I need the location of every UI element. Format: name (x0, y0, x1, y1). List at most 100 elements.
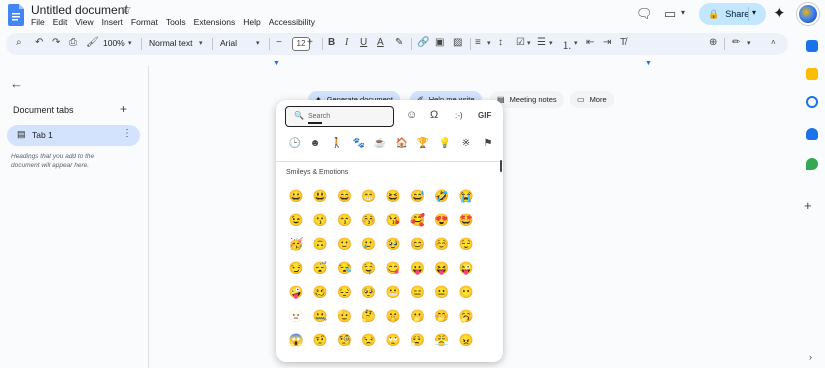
animals-category-icon[interactable]: 🐾 (352, 138, 366, 149)
gif-tab[interactable]: GIF (478, 111, 491, 120)
print-icon[interactable]: ⎙ (69, 37, 77, 48)
emoji-item[interactable]: 😱 (284, 328, 308, 352)
emoji-item[interactable]: ☺️ (430, 232, 454, 256)
menu-tools[interactable]: Tools (166, 17, 186, 27)
people-category-icon[interactable]: 🚶 (330, 138, 344, 149)
redo-icon[interactable]: ↷ (52, 37, 60, 48)
emoji-item[interactable]: 🙄 (381, 328, 405, 352)
underline-icon[interactable]: U (360, 37, 367, 48)
chevron-right-icon[interactable]: › (809, 352, 812, 362)
decrease-font-size-icon[interactable]: − (276, 37, 282, 48)
more-vert-icon[interactable]: ⋮ (122, 128, 132, 139)
share-button[interactable]: 🔒 Share ▾ (699, 3, 766, 25)
undo-icon[interactable]: ↶ (35, 37, 43, 48)
menu-accessibility[interactable]: Accessibility (269, 17, 315, 27)
align-icon[interactable]: ≡ (475, 37, 481, 48)
emoji-mode-icon[interactable]: ☺ (406, 109, 417, 121)
emoji-item[interactable]: 🤫 (381, 304, 405, 328)
keep-icon[interactable] (806, 68, 818, 80)
emoji-item[interactable]: 😠 (454, 328, 478, 352)
menu-help[interactable]: Help (243, 17, 260, 27)
decrease-indent-icon[interactable]: ⇤ (586, 37, 594, 48)
emoji-item[interactable]: 😛 (405, 256, 429, 280)
travel-category-icon[interactable]: 🏠 (395, 138, 409, 149)
chevron-up-icon[interactable]: ˄ (771, 38, 776, 47)
emoji-item[interactable]: 😭 (454, 184, 478, 208)
emoji-item[interactable]: 😑 (405, 280, 429, 304)
emoji-item[interactable]: 😄 (333, 184, 357, 208)
add-comment-icon[interactable]: ▣ (435, 37, 444, 48)
menu-view[interactable]: View (75, 17, 93, 27)
emoji-item[interactable]: 😬 (381, 280, 405, 304)
emoji-item[interactable]: 😙 (333, 208, 357, 232)
tasks-icon[interactable] (806, 96, 818, 108)
emoji-item[interactable]: 😊 (405, 232, 429, 256)
numbered-list-icon[interactable]: ⒈ (562, 37, 572, 52)
emoji-item[interactable]: 🤣 (430, 184, 454, 208)
emoji-item[interactable]: 🥹 (381, 232, 405, 256)
emoji-item[interactable]: 😒 (357, 328, 381, 352)
emoji-item[interactable]: 🤐 (308, 304, 332, 328)
special-characters-omega-icon[interactable]: Ω (430, 109, 438, 121)
food-category-icon[interactable]: ☕ (373, 138, 387, 149)
star-icon[interactable]: ☆ (121, 2, 132, 16)
emoji-item[interactable]: 😀 (284, 184, 308, 208)
emoji-item[interactable]: 🫥 (284, 304, 308, 328)
emoji-item[interactable]: 😔 (333, 280, 357, 304)
menu-format[interactable]: Format (131, 17, 158, 27)
emoji-item[interactable]: 😃 (308, 184, 332, 208)
emoji-search-input[interactable]: 🔍 Search (285, 106, 394, 127)
emoji-item[interactable]: 😏 (284, 256, 308, 280)
emoji-item[interactable]: 🥴 (308, 280, 332, 304)
emoji-item[interactable]: 😐 (430, 280, 454, 304)
emoji-item[interactable]: 😘 (381, 208, 405, 232)
emoji-item[interactable]: 🤩 (454, 208, 478, 232)
activities-category-icon[interactable]: 🏆 (416, 138, 430, 149)
increase-indent-icon[interactable]: ⇥ (603, 37, 611, 48)
sidebar-item-tab-1[interactable]: ▤ Tab 1 ⋮ (7, 125, 140, 146)
chevron-down-icon[interactable]: ▾ (752, 8, 756, 17)
more-chip[interactable]: ▭ More (570, 91, 614, 108)
document-title[interactable]: Untitled document (31, 3, 128, 17)
insert-link-icon[interactable]: 🔗 (417, 37, 429, 48)
smileys-category-icon[interactable]: ☻ (308, 138, 322, 149)
comment-history-icon[interactable]: 🗨 (636, 6, 653, 22)
scrollbar[interactable] (500, 160, 502, 172)
symbols-category-icon[interactable]: ※ (459, 138, 473, 149)
insert-image-icon[interactable]: ▨ (453, 37, 462, 48)
emoji-item[interactable]: 😅 (405, 184, 429, 208)
emoji-item[interactable]: 🤭 (430, 304, 454, 328)
add-tab-button[interactable]: + (120, 102, 127, 116)
chevron-down-icon[interactable]: ▾ (681, 8, 685, 17)
emoji-item[interactable]: 🙂 (333, 232, 357, 256)
emoji-item[interactable]: 🤨 (308, 328, 332, 352)
emoji-item[interactable]: 🤤 (357, 256, 381, 280)
style-select[interactable]: Normal text (149, 38, 192, 48)
chevron-down-icon[interactable]: ▾ (199, 39, 203, 47)
emoji-item[interactable]: 😶 (454, 280, 478, 304)
meet-video-icon[interactable]: ▭ (664, 6, 676, 22)
chevron-down-icon[interactable]: ▾ (256, 39, 260, 47)
text-color-icon[interactable]: A (377, 37, 384, 48)
emoji-item[interactable]: 🥰 (405, 208, 429, 232)
maps-icon[interactable] (806, 158, 818, 170)
emoji-item[interactable]: 😴 (308, 256, 332, 280)
emoticons-tab[interactable]: :-) (455, 111, 463, 120)
emoji-item[interactable]: 😉 (284, 208, 308, 232)
clear-formatting-icon[interactable]: T̸ (620, 37, 626, 48)
highlight-color-icon[interactable]: ✎ (395, 37, 403, 48)
emoji-item[interactable]: 🫡 (333, 304, 357, 328)
editing-mode-pencil-icon[interactable]: ✏ (732, 37, 740, 48)
ruler-left-indent-marker[interactable]: ▼ (273, 60, 280, 67)
bold-icon[interactable]: B (328, 37, 335, 48)
chevron-down-icon[interactable]: ▾ (487, 39, 491, 47)
line-spacing-icon[interactable]: ↕ (498, 37, 503, 48)
menu-insert[interactable]: Insert (102, 17, 123, 27)
emoji-item[interactable]: 😍 (430, 208, 454, 232)
zoom-select[interactable]: 100% (103, 38, 125, 48)
chevron-down-icon[interactable]: ▾ (574, 39, 578, 47)
emoji-item[interactable]: 😮‍💨 (405, 328, 429, 352)
recent-clock-icon[interactable]: 🕒 (288, 138, 302, 149)
ruler-right-indent-marker[interactable]: ▼ (645, 60, 652, 67)
emoji-item[interactable]: 🥳 (284, 232, 308, 256)
